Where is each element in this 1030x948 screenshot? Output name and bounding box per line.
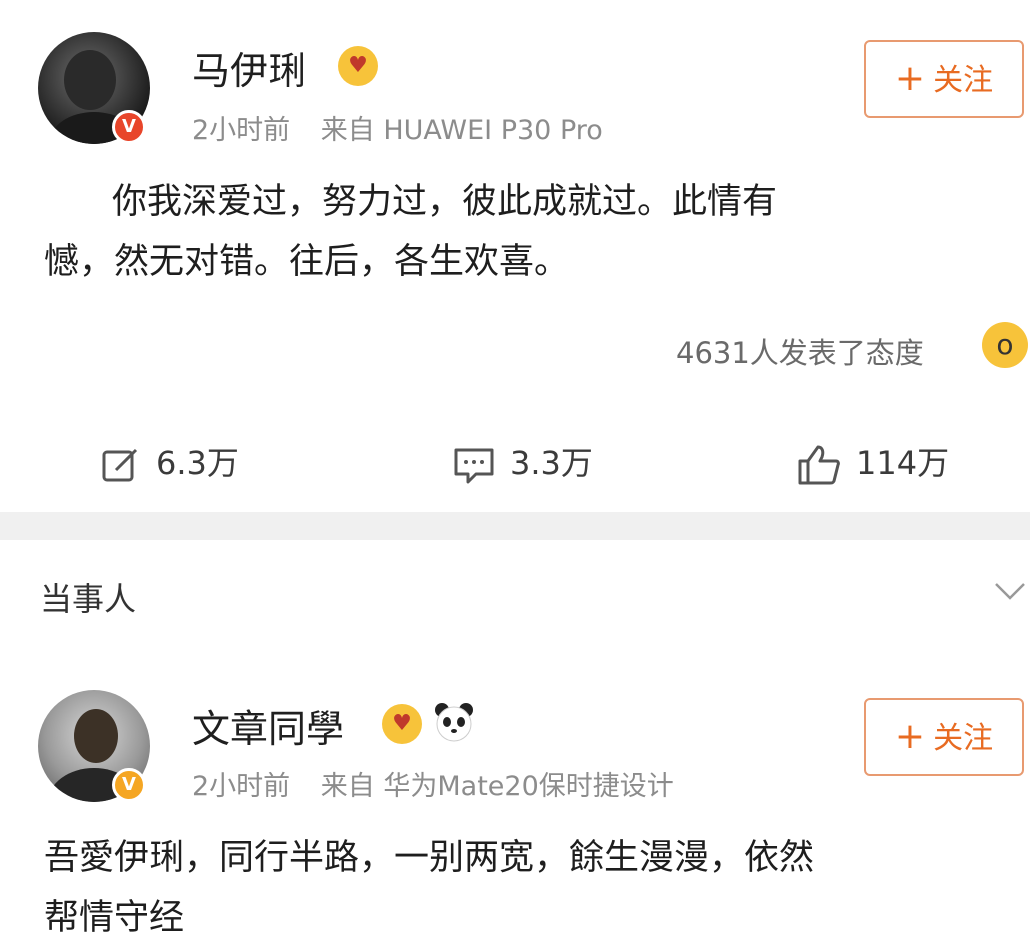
surprised-face-icon[interactable]: o	[982, 322, 1028, 368]
section-title: 当事人	[40, 580, 137, 618]
section-divider	[0, 512, 1030, 540]
username[interactable]: 文章同學	[192, 698, 344, 753]
heart-eyes-icon: ♥	[382, 704, 422, 744]
chevron-down-icon[interactable]	[992, 578, 1028, 602]
verified-badge-icon: V	[112, 768, 146, 802]
heart-eyes-icon: ♥	[338, 46, 378, 86]
repost-count: 6.3万	[156, 444, 239, 482]
like-button[interactable]: 114万	[796, 438, 949, 487]
post-source: 来自 HUAWEI P30 Pro	[320, 115, 603, 146]
repost-button[interactable]: 6.3万	[100, 438, 239, 486]
comment-button[interactable]: 3.3万	[452, 438, 593, 486]
plus-icon: +	[894, 716, 926, 757]
repost-icon	[102, 448, 138, 482]
panda-icon	[432, 700, 476, 744]
comment-count: 3.3万	[510, 444, 593, 482]
like-icon	[798, 445, 840, 485]
verified-badge-icon: V	[112, 110, 146, 144]
post-time: 2小时前	[192, 771, 291, 802]
post-source: 来自 华为Mate20保时捷设计	[320, 771, 674, 802]
reactions-summary[interactable]: 4631人发表了态度	[676, 330, 924, 372]
username[interactable]: 马伊琍	[192, 40, 306, 95]
follow-button[interactable]: + 关注	[864, 698, 1024, 776]
post-content: 吾愛伊琍，同行半路，一别两宽，餘生漫漫，依然 帮情守经	[44, 838, 815, 938]
post-time: 2小时前	[192, 115, 291, 146]
follow-button[interactable]: + 关注	[864, 40, 1024, 118]
plus-icon: +	[894, 58, 926, 99]
like-count: 114万	[856, 444, 950, 482]
post-content: 你我深爱过，努力过，彼此成就过。此情有 憾，然无对错。往后，各生欢喜。	[44, 182, 778, 282]
comment-icon	[454, 448, 494, 484]
